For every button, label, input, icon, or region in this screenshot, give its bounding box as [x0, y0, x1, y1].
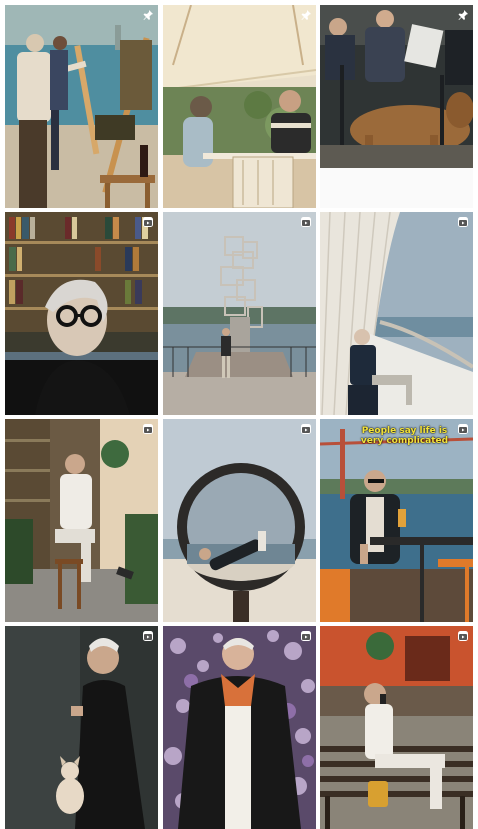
post-tile-10[interactable]: [5, 626, 158, 829]
reel-icon: [142, 423, 154, 435]
post-image-man-on-pier-with-sculpture: [162, 212, 316, 415]
reel-icon: [142, 216, 154, 228]
post-tile-11[interactable]: [162, 626, 316, 829]
post-tile-3[interactable]: [320, 5, 473, 208]
reel-icon: [300, 423, 312, 435]
post-tile-8[interactable]: [162, 419, 316, 622]
post-image-man-in-white-on-stool-shop: [5, 419, 158, 622]
post-image-couple-at-cafe-table: [162, 5, 316, 208]
post-image-man-with-scarf-flower-background: [162, 626, 316, 829]
post-tile-1[interactable]: [5, 5, 158, 208]
reel-icon: [300, 216, 312, 228]
post-image-man-reclining-inside-ring-sculpture: [162, 419, 316, 622]
post-image-woman-with-round-glasses-bookshelf: [5, 212, 158, 415]
pin-icon: [142, 9, 154, 21]
post-tile-5[interactable]: [162, 212, 316, 415]
post-image-painter-by-river: [5, 5, 158, 208]
post-tile-7[interactable]: [5, 419, 158, 622]
post-tile-4[interactable]: [5, 212, 158, 415]
post-tile-2[interactable]: [162, 5, 316, 208]
post-image-man-in-dark-with-small-dog: [5, 626, 158, 829]
reel-icon: [300, 630, 312, 642]
post-tile-6[interactable]: [320, 212, 473, 415]
video-caption: People say life is very complicated: [360, 426, 449, 446]
post-image-man-in-white-on-bench-phone: [320, 626, 473, 829]
post-image-man-seated-by-white-curved-building: [320, 212, 473, 415]
post-image-man-with-dog-reading-newspaper: [320, 5, 473, 208]
pin-icon: [457, 9, 469, 21]
post-image-man-with-beer-by-bridge: [320, 419, 473, 622]
reel-icon: [457, 423, 469, 435]
post-grid: People say life is very complicated: [5, 5, 473, 829]
post-tile-9[interactable]: People say life is very complicated: [320, 419, 473, 622]
pin-icon: [300, 9, 312, 21]
post-tile-12[interactable]: [320, 626, 473, 829]
reel-icon: [142, 630, 154, 642]
reel-icon: [457, 216, 469, 228]
reel-icon: [457, 630, 469, 642]
